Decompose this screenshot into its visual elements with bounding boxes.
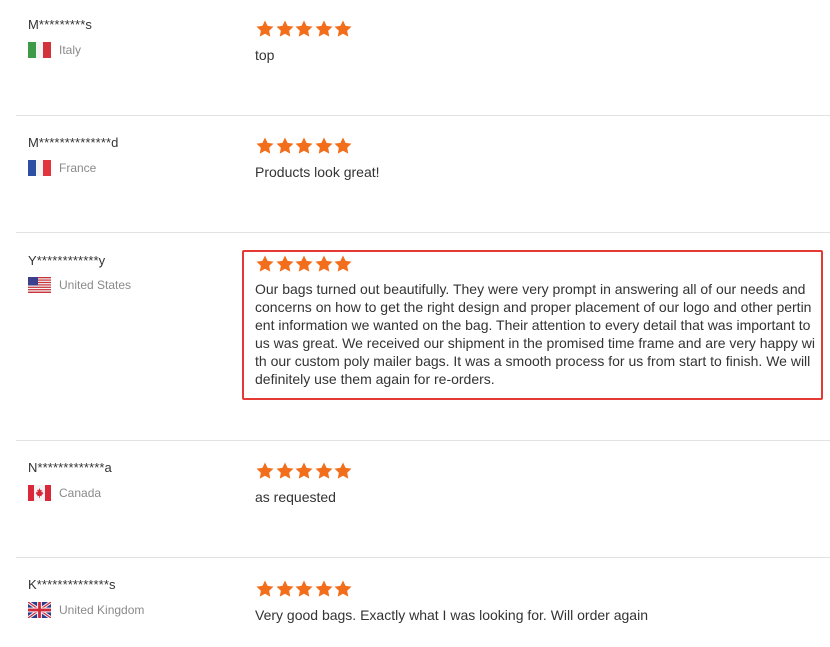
country-name: United States	[59, 278, 132, 292]
buyer-name: M*********s	[28, 17, 92, 32]
review-text: Products look great!	[255, 164, 380, 180]
buyer-name: Y************y	[28, 253, 106, 268]
buyer-country: United States	[28, 277, 131, 293]
star-icon	[333, 461, 353, 481]
star-icon	[275, 19, 295, 39]
star-rating	[255, 579, 353, 599]
star-icon	[255, 461, 275, 481]
country-name: Italy	[59, 43, 82, 57]
usa-flag-icon	[28, 277, 51, 293]
buyer-name: K**************s	[28, 577, 116, 592]
star-icon	[314, 19, 334, 39]
country-name: United Kingdom	[59, 603, 145, 617]
star-icon	[314, 579, 334, 599]
buyer-country: Italy	[28, 42, 81, 58]
review-text: top	[255, 47, 275, 63]
buyer-country: United Kingdom	[28, 602, 144, 618]
star-icon	[294, 461, 314, 481]
review-text: Very good bags. Exactly what I was looki…	[255, 607, 648, 623]
review-item: M*********s Italy top	[16, 0, 830, 115]
country-name: Canada	[59, 486, 102, 500]
star-icon	[314, 136, 334, 156]
buyer-name: N*************a	[28, 460, 112, 475]
star-icon	[275, 136, 295, 156]
star-icon	[333, 136, 353, 156]
highlight-box	[242, 250, 823, 400]
star-icon	[333, 19, 353, 39]
star-icon	[275, 579, 295, 599]
star-icon	[294, 136, 314, 156]
buyer-country: Canada	[28, 485, 101, 501]
review-text: as requested	[255, 489, 336, 505]
review-item: N*************a Canada as requested	[16, 441, 830, 557]
star-icon	[255, 579, 275, 599]
star-rating	[255, 136, 353, 156]
review-item: M**************d France Products look gr…	[16, 116, 830, 232]
star-icon	[294, 19, 314, 39]
buyer-country: France	[28, 160, 96, 176]
star-icon	[255, 19, 275, 39]
star-rating	[255, 19, 353, 39]
france-flag-icon	[28, 160, 51, 176]
canada-flag-icon	[28, 485, 51, 501]
uk-flag-icon	[28, 602, 51, 618]
star-icon	[333, 579, 353, 599]
italy-flag-icon	[28, 42, 51, 58]
star-icon	[294, 579, 314, 599]
review-item: K**************s United Kingdom Very goo…	[16, 558, 830, 647]
star-rating	[255, 461, 353, 481]
buyer-name: M**************d	[28, 135, 119, 150]
star-icon	[255, 136, 275, 156]
country-name: France	[59, 161, 97, 175]
star-icon	[275, 461, 295, 481]
star-icon	[314, 461, 334, 481]
